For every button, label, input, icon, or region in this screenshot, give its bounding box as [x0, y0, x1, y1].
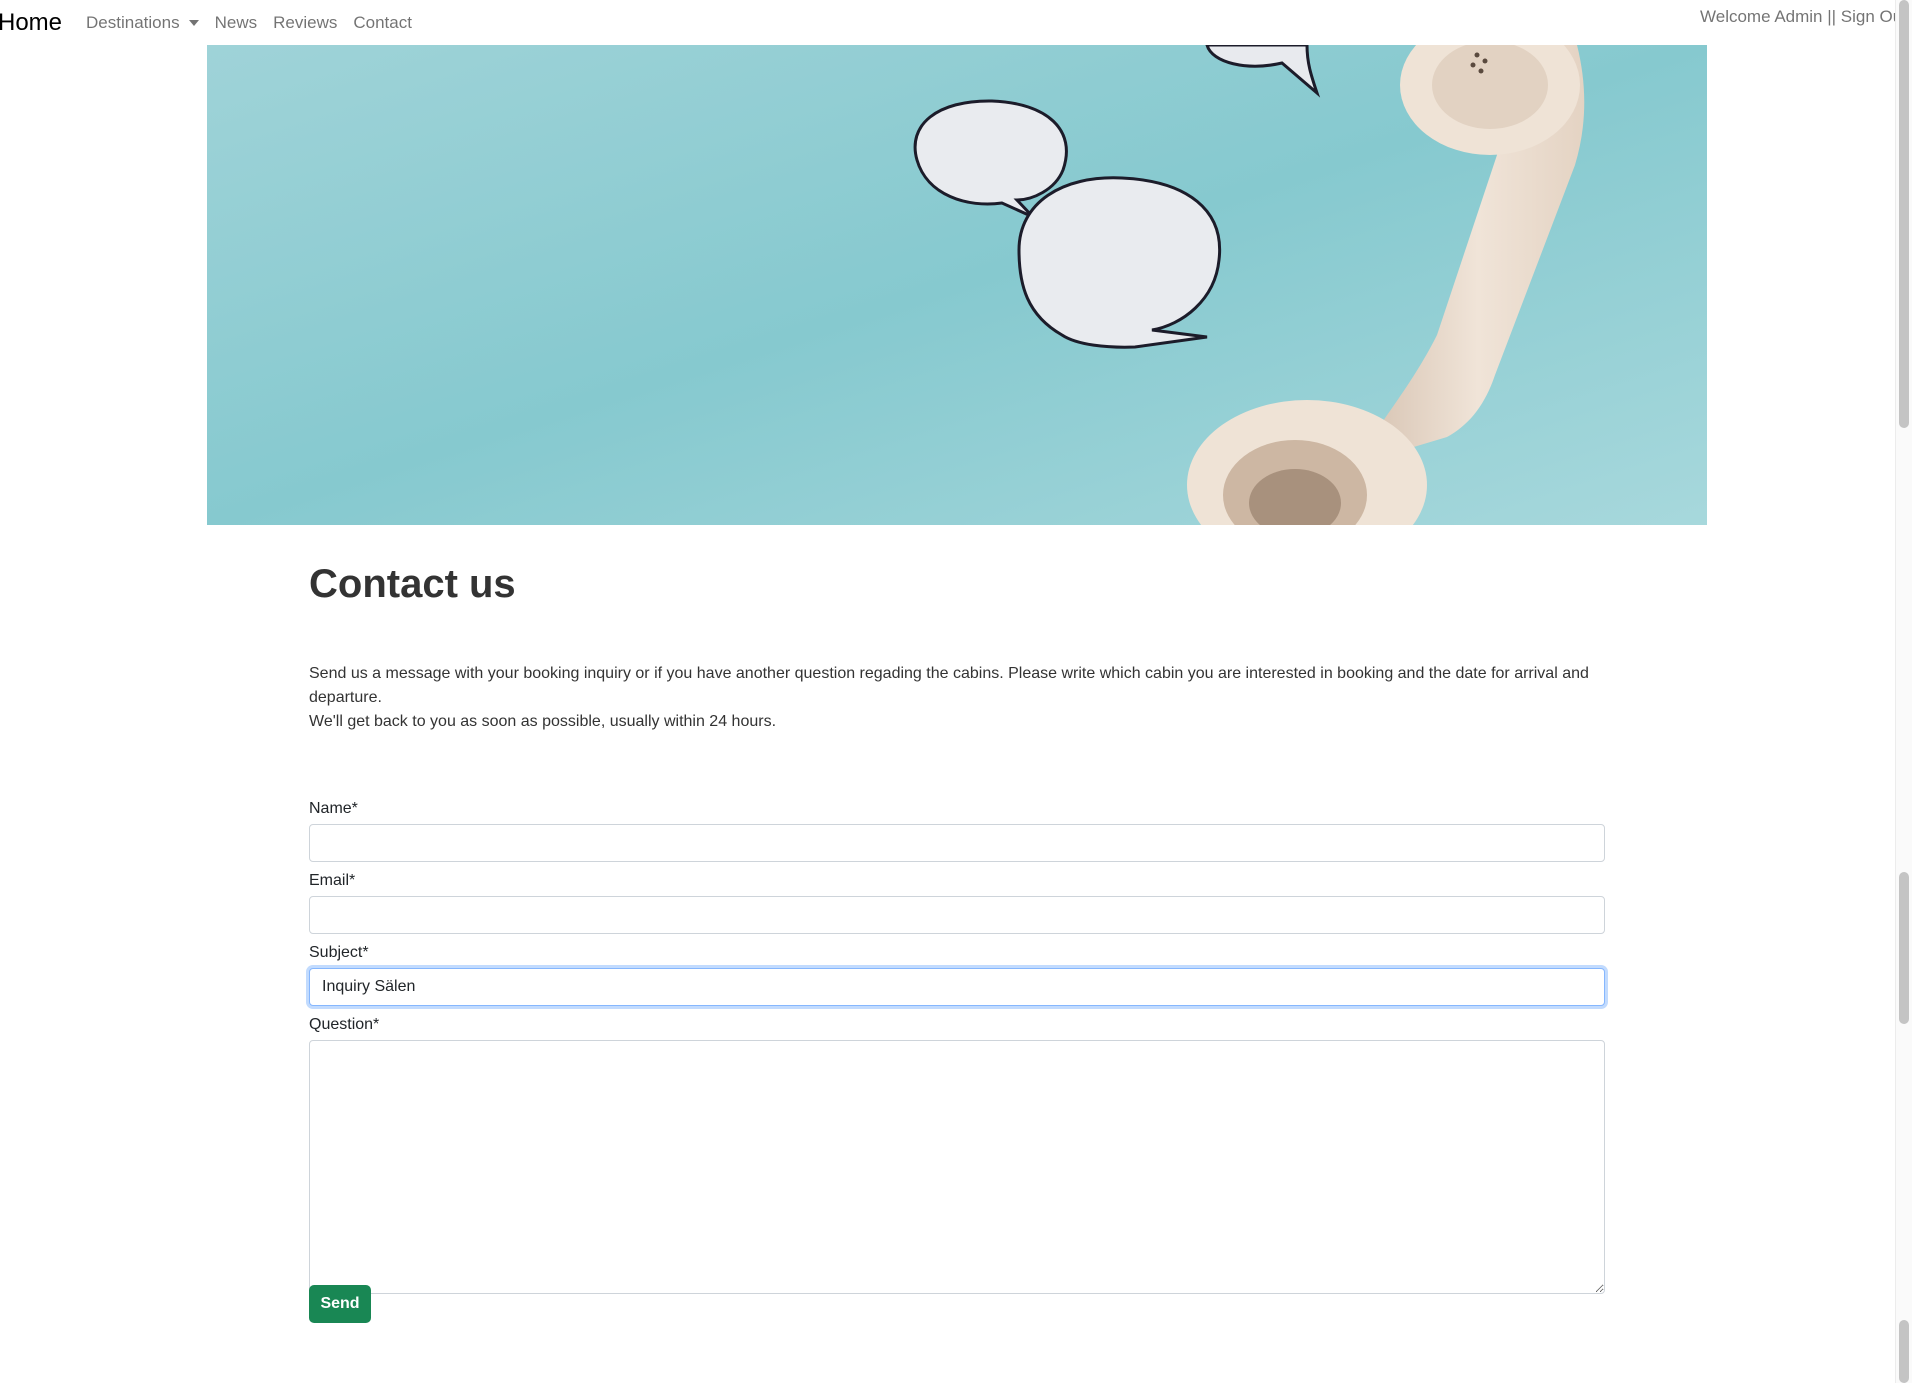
- email-group: Email*: [309, 871, 1605, 934]
- brand-home-link[interactable]: Home: [0, 9, 62, 37]
- subject-input[interactable]: [309, 968, 1605, 1006]
- name-input[interactable]: [309, 824, 1605, 862]
- nav-news-link[interactable]: News: [215, 13, 258, 33]
- nav-reviews-link[interactable]: Reviews: [273, 13, 337, 33]
- user-sign-out-link[interactable]: Welcome Admin || Sign Out: [1700, 0, 1896, 33]
- page-scrollbar[interactable]: [1895, 0, 1912, 1383]
- hero-image: [207, 45, 1707, 525]
- page-title: Contact us: [309, 562, 516, 606]
- phone-speech-bubbles-illustration: [207, 45, 1707, 525]
- subject-group: Subject*: [309, 943, 1605, 1006]
- subject-label: Subject*: [309, 944, 369, 961]
- caret-down-icon: [188, 19, 199, 26]
- question-textarea[interactable]: [309, 1040, 1605, 1294]
- intro-text: Send us a message with your booking inqu…: [309, 662, 1605, 734]
- email-label: Email*: [309, 872, 356, 889]
- nav-contact-link[interactable]: Contact: [353, 13, 412, 33]
- question-label: Question*: [309, 1016, 380, 1033]
- contact-content: Contact us Send us a message with your b…: [309, 560, 1605, 734]
- top-navbar: Home Destinations News Reviews Contact W…: [0, 0, 1896, 45]
- intro-paragraph-1: Send us a message with your booking inqu…: [309, 665, 1589, 706]
- contact-form: Name* Email* Subject* Question*: [309, 799, 1605, 1303]
- scrollbar-thumb[interactable]: [1899, 0, 1909, 428]
- send-button[interactable]: Send: [309, 1285, 371, 1323]
- scrollbar-thumb-secondary[interactable]: [1899, 872, 1909, 1024]
- scrollbar-thumb-bottom[interactable]: [1899, 1320, 1909, 1383]
- intro-paragraph-2: We'll get back to you as soon as possibl…: [309, 713, 777, 730]
- nav-destinations-label: Destinations: [86, 12, 180, 32]
- nav-destinations-dropdown[interactable]: Destinations: [86, 13, 199, 33]
- name-group: Name*: [309, 799, 1605, 862]
- question-group: Question*: [309, 1015, 1605, 1294]
- name-label: Name*: [309, 800, 358, 817]
- email-input[interactable]: [309, 896, 1605, 934]
